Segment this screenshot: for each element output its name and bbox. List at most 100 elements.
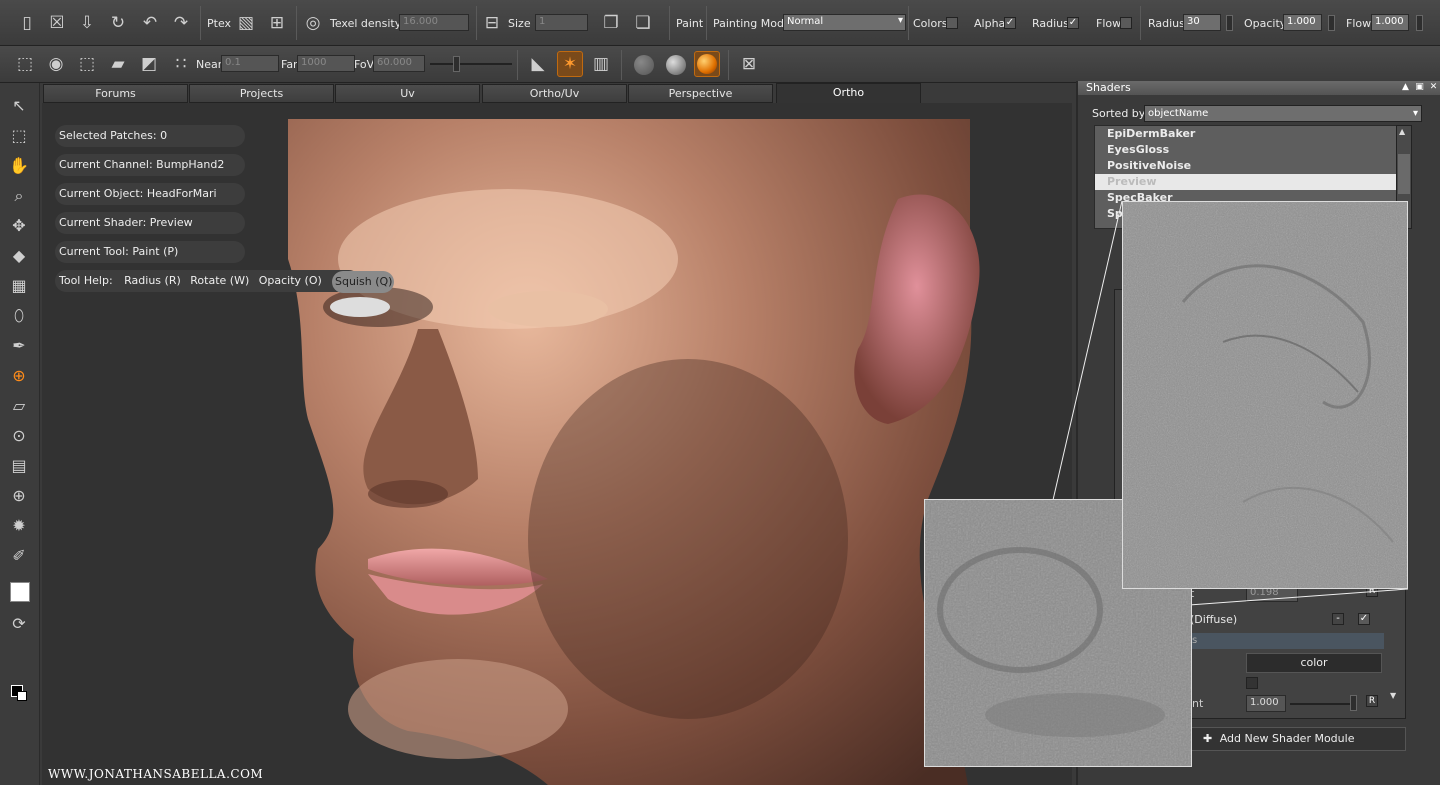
move-icon[interactable]: ✥	[7, 215, 31, 237]
shaded-sphere-button[interactable]	[694, 51, 720, 77]
amount-field[interactable]: 1.000	[1246, 695, 1286, 712]
painting-mode-select[interactable]: Normal ▾	[783, 14, 906, 31]
grid-projection-icon[interactable]: ▦	[7, 275, 31, 297]
flat-sphere-icon[interactable]	[634, 55, 654, 75]
remove-module-button[interactable]: -	[1332, 613, 1344, 625]
cube-view-icon[interactable]: ⬚	[12, 51, 38, 77]
mirror-icon[interactable]: ▥	[588, 51, 614, 77]
ptex-split-icon[interactable]: ⊞	[264, 10, 290, 36]
close-icon[interactable]: ✕	[1428, 82, 1439, 93]
hand-pan-icon[interactable]: ✋	[7, 155, 31, 177]
fov-label: FoV	[354, 58, 375, 71]
texel-density-label: Texel density :	[330, 17, 409, 30]
shader-list-item-selected[interactable]: Preview	[1095, 174, 1407, 190]
amount-slider[interactable]	[1350, 695, 1357, 711]
tab-perspective[interactable]: Perspective	[628, 84, 773, 103]
current-tool-readout: Current Tool: Paint (P)	[55, 241, 245, 263]
far-field[interactable]: 1000	[297, 55, 355, 72]
fov-slider-track[interactable]	[430, 63, 512, 65]
foreground-color-swatch[interactable]	[10, 582, 30, 602]
near-field[interactable]: 0.1	[221, 55, 279, 72]
gradient-icon[interactable]: ▤	[7, 455, 31, 477]
plus-icon: ✚	[1203, 732, 1213, 745]
module-enabled-checkbox[interactable]: ✓	[1358, 613, 1370, 625]
sorted-by-value: objectName	[1148, 108, 1209, 119]
reset-button[interactable]: R	[1366, 695, 1378, 707]
flow-field[interactable]: 1.000	[1371, 14, 1409, 31]
grid-dots-icon[interactable]: ∷	[168, 51, 194, 77]
fov-slider-handle[interactable]	[453, 56, 460, 72]
color-button[interactable]: color	[1246, 653, 1382, 673]
size-field[interactable]: 1	[535, 14, 588, 31]
lit-sphere-icon[interactable]	[666, 55, 686, 75]
alpha-label: Alpha	[974, 17, 1006, 30]
shaded-view-icon[interactable]: ▰	[105, 51, 131, 77]
copy-layer-icon[interactable]: ❐	[598, 10, 624, 36]
tab-projects[interactable]: Projects	[189, 84, 334, 103]
float-panel-icon[interactable]: ▣	[1414, 82, 1425, 93]
opacity-field[interactable]: 1.000	[1283, 14, 1322, 31]
lasso-icon[interactable]: ⬯	[7, 305, 31, 327]
painting-mode-label: Painting Mode	[713, 17, 791, 30]
colors-checkbox[interactable]	[946, 17, 958, 29]
paint-through-icon[interactable]: ✶	[557, 51, 583, 77]
redo-icon[interactable]: ↷	[168, 10, 194, 36]
flow-slider[interactable]	[1416, 15, 1423, 31]
backface-icon[interactable]: ◣	[525, 51, 551, 77]
add-shader-module-button[interactable]: ✚ Add New Shader Module	[1190, 727, 1406, 751]
tab-uv[interactable]: Uv	[335, 84, 480, 103]
texel-density-field[interactable]: 16.000	[399, 14, 469, 31]
swap-colors-icon[interactable]: ⟳	[7, 613, 31, 635]
shader-list-item[interactable]: PositiveNoise	[1107, 158, 1191, 174]
shader-list-item[interactable]: EpiDermBaker	[1107, 126, 1195, 142]
eye-icon[interactable]: ◉	[43, 51, 69, 77]
eyedropper-icon[interactable]: ✐	[7, 545, 31, 567]
ptex-resize-icon[interactable]: ▧	[233, 10, 259, 36]
secondary-color-chip[interactable]	[17, 691, 27, 701]
alpha-checkbox[interactable]: ✓	[1004, 17, 1016, 29]
zoom-magnifier-icon[interactable]: ⌕	[7, 185, 31, 207]
shader-list-item[interactable]: EyesGloss	[1107, 142, 1169, 158]
fov-field[interactable]: 60.000	[373, 55, 425, 72]
scroll-up-icon[interactable]: ▲	[1399, 127, 1405, 136]
tab-ortho-uv[interactable]: Ortho/Uv	[482, 84, 627, 103]
opacity-slider[interactable]	[1328, 15, 1335, 31]
close-project-icon[interactable]: ☒	[44, 10, 70, 36]
undo-icon[interactable]: ↶	[137, 10, 163, 36]
paste-layer-icon[interactable]: ❏	[630, 10, 656, 36]
uv-snap-icon[interactable]: ⊟	[479, 10, 505, 36]
export-icon[interactable]: ↻	[105, 10, 131, 36]
collapse-icon[interactable]: ▲	[1400, 82, 1411, 93]
sorted-by-select[interactable]: objectName ▾	[1144, 105, 1422, 122]
paint-brush-icon[interactable]: ⊕	[7, 365, 31, 387]
blur-sun-icon[interactable]: ✹	[7, 515, 31, 537]
radius-checkbox[interactable]: ✓	[1067, 17, 1079, 29]
radius-slider[interactable]	[1226, 15, 1233, 31]
scroll-down-icon[interactable]: ▼	[1390, 691, 1396, 700]
marquee-select-icon[interactable]: ⬚	[7, 125, 31, 147]
import-icon[interactable]: ⇩	[74, 10, 100, 36]
main-toolbar: ▯ ☒ ⇩ ↻ ↶ ↷ Ptex ▧ ⊞ ◎ Texel density : 1…	[0, 0, 1440, 46]
scroll-thumb[interactable]	[1398, 154, 1410, 194]
pin-icon[interactable]: ✒	[7, 335, 31, 357]
3d-viewport[interactable]: Selected Patches: 0 Current Channel: Bum…	[42, 103, 1072, 785]
flow-checkbox[interactable]	[1120, 17, 1132, 29]
image-plane-icon[interactable]: ◩	[136, 51, 162, 77]
globe-icon[interactable]: ◎	[300, 10, 326, 36]
tab-ortho[interactable]: Ortho	[776, 83, 921, 104]
new-project-icon[interactable]: ▯	[14, 10, 40, 36]
shader-list-item[interactable]: Sp	[1107, 206, 1123, 222]
frame-selection-icon[interactable]: ⬚	[74, 51, 100, 77]
tab-forums[interactable]: Forums	[43, 84, 188, 103]
select-arrow-icon[interactable]: ↖	[7, 95, 31, 117]
amount-slider-track[interactable]	[1290, 703, 1356, 705]
module-section-bar: s	[1190, 633, 1384, 649]
clone-stamp-icon[interactable]: ⊙	[7, 425, 31, 447]
smudge-icon[interactable]: ⊕	[7, 485, 31, 507]
eraser-icon[interactable]: ▱	[7, 395, 31, 417]
property-checkbox[interactable]	[1246, 677, 1258, 689]
drop-icon[interactable]: ◆	[7, 245, 31, 267]
radius-field[interactable]: 30	[1183, 14, 1221, 31]
tool-help-label: Tool Help:	[59, 274, 113, 287]
toggle-hud-icon[interactable]: ⊠	[736, 51, 762, 77]
